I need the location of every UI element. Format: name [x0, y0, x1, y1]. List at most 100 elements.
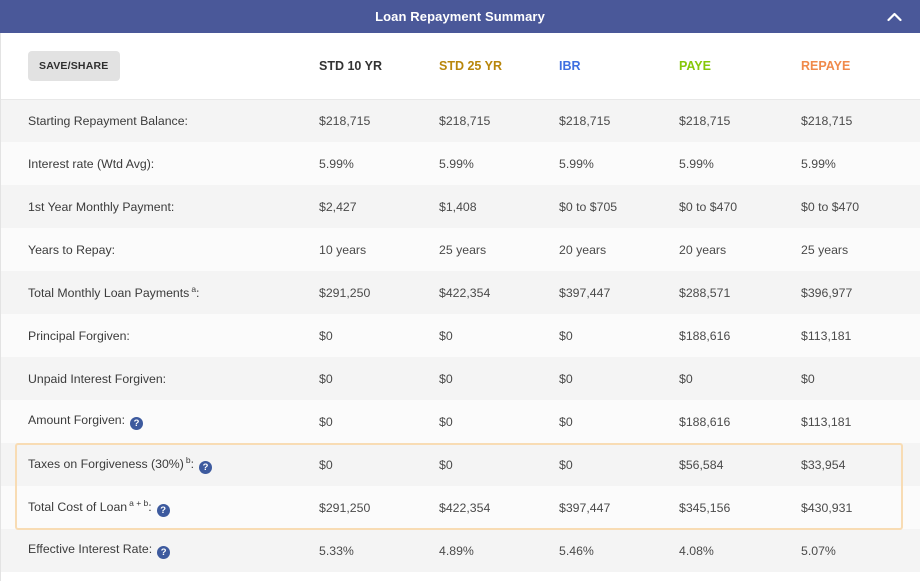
loan-repayment-summary-panel: Loan Repayment Summary SAVE/SHARE STD 10… [0, 0, 920, 581]
table-cell-value: $218,715 [801, 99, 920, 142]
table-cell-value: $218,715 [559, 99, 679, 142]
row-label-colon: : [148, 500, 152, 515]
help-icon[interactable]: ? [157, 546, 171, 559]
column-header-label: IBR [559, 58, 581, 73]
help-icon[interactable]: ? [199, 461, 212, 475]
table-cell-value: $218,715 [319, 99, 439, 142]
row-label-cell: Effective Interest Rate:? [1, 529, 319, 572]
table-cell-value: $0 [439, 400, 559, 443]
table-cell-value: 5.99% [559, 142, 679, 185]
footnote-marker: a + b [129, 497, 149, 508]
row-label-cell: Total Cost of Loan a + b:? [1, 486, 319, 529]
table-cell-value: 5.99% [801, 142, 920, 185]
table-cell-value: 5.07% [801, 529, 920, 572]
table-cell-value: 5.33% [319, 529, 439, 572]
table-row: Unpaid Interest Forgiven: $0 $0 $0 $0 $0 [1, 357, 920, 400]
row-label-cell: Interest rate (Wtd Avg): [1, 142, 319, 185]
row-label: Interest rate (Wtd Avg): [28, 156, 155, 171]
column-header-label: PAYE [679, 58, 711, 73]
panel-titlebar: Loan Repayment Summary [0, 0, 920, 33]
column-header-ibr[interactable]: IBR [559, 33, 679, 100]
table-row: Total Cost of Loan a + b:? $291,250 $422,35… [1, 486, 920, 529]
table-row: Effective Interest Rate:? 5.33% 4.89% 5.46%… [1, 529, 920, 572]
table-cell-value: $188,616 [679, 314, 801, 357]
table-row: Taxes on Forgiveness (30%) b:? $0 $0 $0 $56,5… [1, 443, 920, 486]
table-cell-value: $0 [319, 314, 439, 357]
table-cell-value: 20 years [679, 228, 801, 271]
row-label-cell: 1st Year Monthly Payment: [1, 185, 319, 228]
table-cell-value: $188,616 [679, 400, 801, 443]
panel-title: Loan Repayment Summary [375, 9, 545, 24]
table-cell-value: 25 years [439, 228, 559, 271]
row-label-cell: Unpaid Interest Forgiven: [1, 357, 319, 400]
table-cell-value: $218,715 [439, 99, 559, 142]
column-header-std-10-yr[interactable]: STD 10 YR [319, 33, 439, 100]
table-cell-value: $0 [439, 314, 559, 357]
table-cell-value: $0 [559, 443, 679, 486]
column-header-std-25-yr[interactable]: STD 25 YR [439, 33, 559, 100]
table-body: Starting Repayment Balance: $218,715 $218,… [1, 99, 920, 572]
table-cell-value: $291,250 [319, 271, 439, 314]
save-share-button[interactable]: SAVE/SHARE [28, 50, 120, 81]
table-cell-value: $2,427 [319, 185, 439, 228]
row-label: Effective Interest Rate: [28, 542, 153, 556]
table-cell-value: $113,181 [801, 314, 920, 357]
table-row: Amount Forgiven:? $0 $0 $0 $188,616 $113,181 [1, 400, 920, 443]
table-cell-value: $56,584 [679, 443, 801, 486]
table-cell-value: $397,447 [559, 486, 679, 529]
row-label-cell: Principal Forgiven: [1, 314, 319, 357]
table-cell-value: $0 [319, 400, 439, 443]
table-cell-value: $0 to $470 [801, 185, 920, 228]
table-cell-value: $0 [439, 443, 559, 486]
column-header-repaye[interactable]: REPAYE [801, 33, 920, 100]
row-label: 1st Year Monthly Payment: [28, 199, 175, 214]
table-cell-value: $0 [679, 357, 801, 400]
table-cell-value: $0 [559, 400, 679, 443]
table-header: SAVE/SHARE STD 10 YR STD 25 YR IBR PAYE [1, 33, 920, 100]
column-header-label: REPAYE [801, 58, 851, 73]
table-cell-value: $288,571 [679, 271, 801, 314]
table-cell-value: $113,181 [801, 400, 920, 443]
table-cell-value: $422,354 [439, 486, 559, 529]
table-cell-value: 5.46% [559, 529, 679, 572]
table-cell-value: $33,954 [801, 443, 920, 486]
row-label: Unpaid Interest Forgiven: [28, 371, 167, 386]
table-cell-value: 4.89% [439, 529, 559, 572]
row-label: Principal Forgiven: [28, 328, 130, 343]
row-label: Starting Repayment Balance: [28, 113, 188, 128]
save-share-cell: SAVE/SHARE [1, 33, 319, 100]
table-header-row: SAVE/SHARE STD 10 YR STD 25 YR IBR PAYE [1, 33, 920, 100]
table-cell-value: $0 [559, 314, 679, 357]
help-icon[interactable]: ? [156, 504, 170, 518]
table-cell-value: $0 [319, 357, 439, 400]
table-cell-value: $1,408 [439, 185, 559, 228]
row-label-colon: : [190, 457, 194, 472]
table-cell-value: $345,156 [679, 486, 801, 529]
table-cell-value: 4.08% [679, 529, 801, 572]
row-label-cell: Amount Forgiven:? [1, 400, 319, 443]
summary-table-container: SAVE/SHARE STD 10 YR STD 25 YR IBR PAYE [0, 33, 920, 581]
table-cell-value: $218,715 [679, 99, 801, 142]
table-row: Principal Forgiven: $0 $0 $0 $188,616 $113,18… [1, 314, 920, 357]
row-label: Total Cost of Loan [28, 500, 128, 515]
table-row: Years to Repay: 10 years 25 years 20 years 2… [1, 228, 920, 271]
table-cell-value: $0 to $705 [559, 185, 679, 228]
table-cell-value: 5.99% [679, 142, 801, 185]
table-row: 1st Year Monthly Payment: $2,427 $1,408 $0 … [1, 185, 920, 228]
row-label-cell: Total Monthly Loan Payments a: [1, 271, 319, 314]
table-cell-value: $430,931 [801, 486, 920, 529]
table-cell-value: 10 years [319, 228, 439, 271]
chevron-up-icon[interactable] [878, 0, 910, 33]
table-row: Total Monthly Loan Payments a: $291,250 $42… [1, 271, 920, 314]
table-cell-value: $422,354 [439, 271, 559, 314]
help-icon[interactable]: ? [130, 417, 144, 430]
table-cell-value: $397,447 [559, 271, 679, 314]
table-cell-value: $396,977 [801, 271, 920, 314]
table-cell-value: 20 years [559, 228, 679, 271]
row-label: Total Monthly Loan Payments [28, 286, 190, 301]
row-label-cell: Starting Repayment Balance: [1, 99, 319, 142]
column-header-label: STD 10 YR [319, 58, 382, 73]
table-cell-value: $0 [559, 357, 679, 400]
column-header-paye[interactable]: PAYE [679, 33, 801, 100]
loan-comparison-table: SAVE/SHARE STD 10 YR STD 25 YR IBR PAYE [1, 33, 920, 572]
